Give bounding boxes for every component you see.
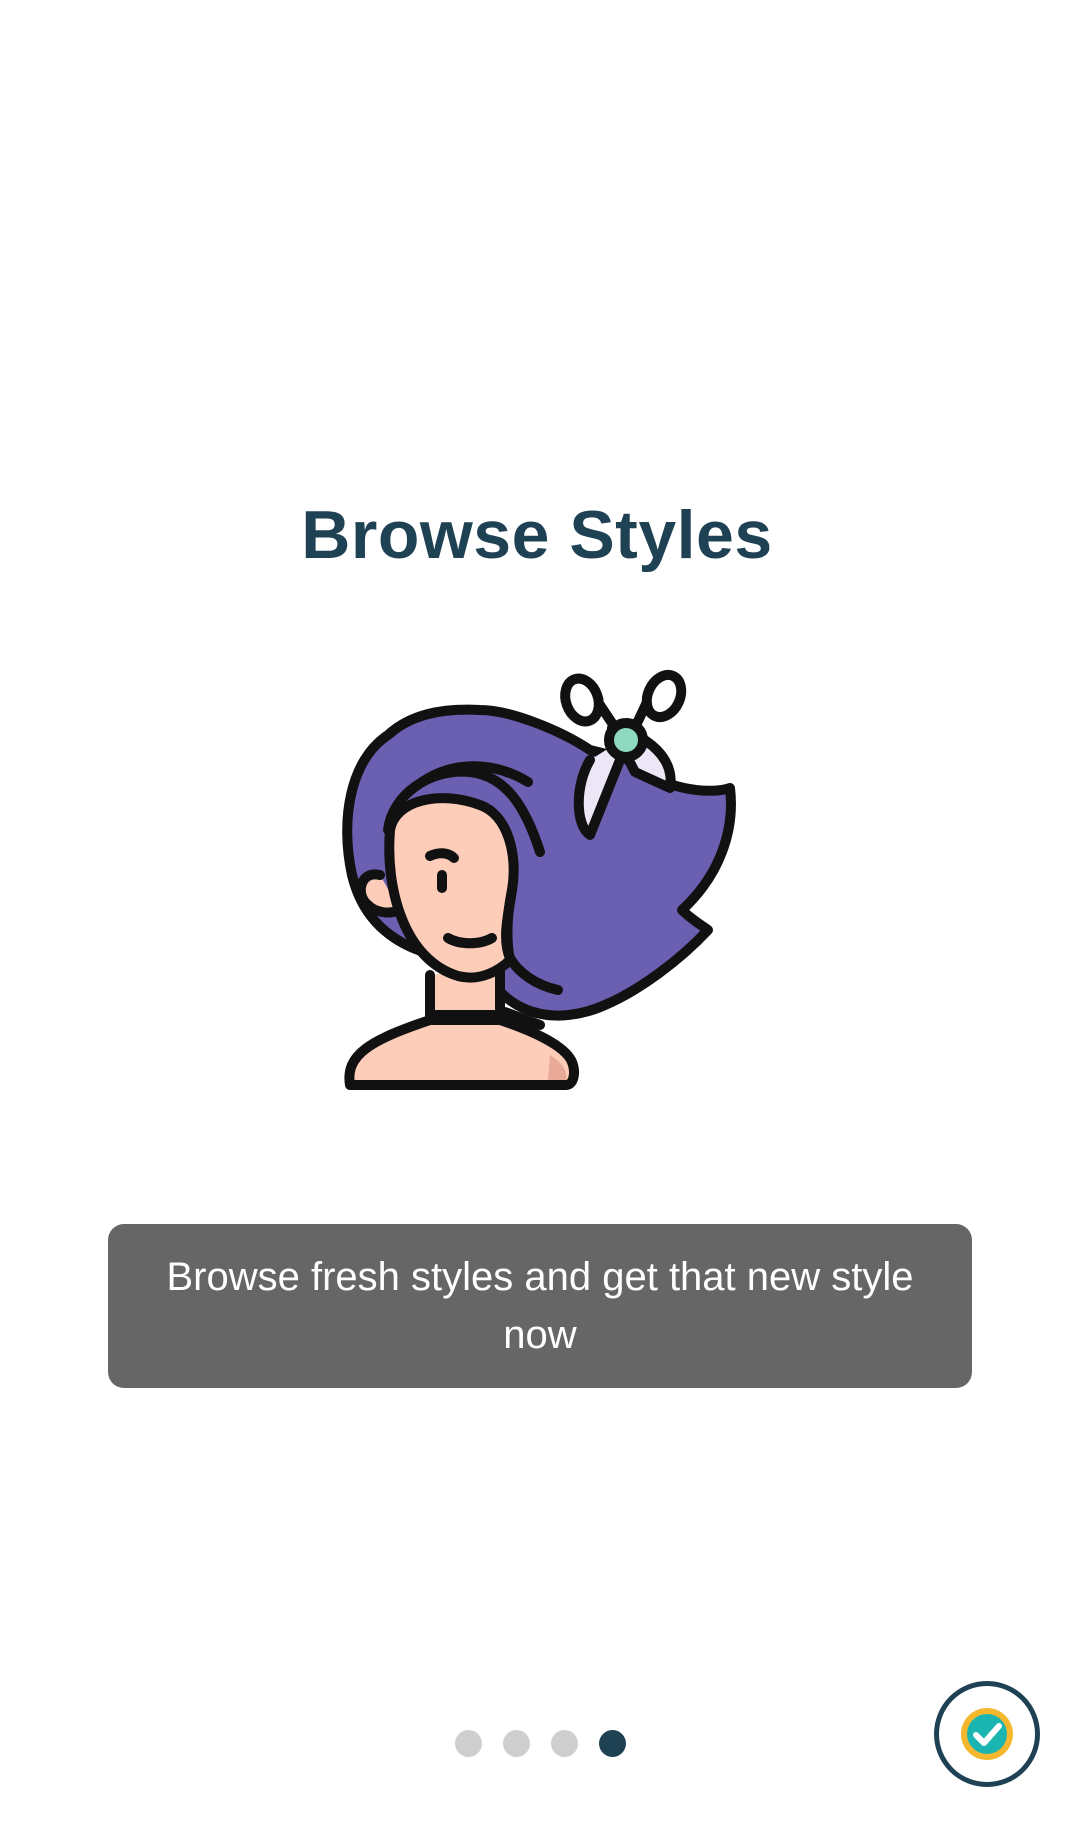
check-badge-icon xyxy=(961,1708,1013,1760)
onboarding-screen: Browse Styles Browse fresh styles and ge… xyxy=(0,0,1074,1847)
page-dot[interactable] xyxy=(503,1730,530,1757)
description-box: Browse fresh styles and get that new sty… xyxy=(108,1224,972,1388)
page-title: Browse Styles xyxy=(301,496,773,573)
description-text: Browse fresh styles and get that new sty… xyxy=(166,1255,914,1357)
page-dot[interactable] xyxy=(551,1730,578,1757)
page-dot[interactable] xyxy=(455,1730,482,1757)
done-button[interactable] xyxy=(934,1681,1040,1787)
page-indicator xyxy=(455,1730,626,1757)
hair-salon-scissors-icon xyxy=(342,669,736,1090)
page-dot-active[interactable] xyxy=(599,1730,626,1757)
